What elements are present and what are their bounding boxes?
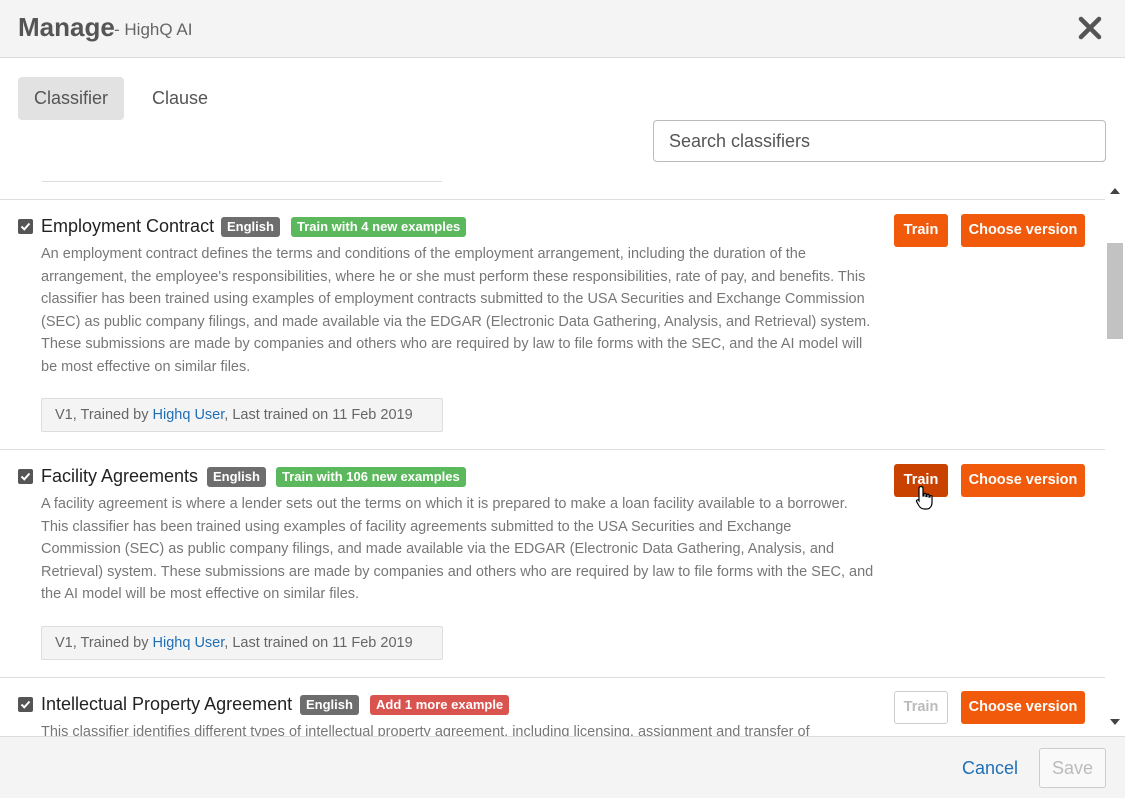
classifier-row-facility-agreements: Facility Agreements English Train with 1… [0, 449, 1105, 677]
classifier-list[interactable]: Employment Contract English Train with 4… [0, 183, 1105, 736]
divider [42, 181, 442, 182]
scroll-up-icon[interactable] [1110, 188, 1120, 195]
cancel-button[interactable]: Cancel [962, 758, 1018, 779]
classifier-description: This classifier identifies different typ… [41, 724, 810, 736]
classifier-name: Intellectual Property Agreement [41, 694, 293, 714]
classifier-row-intellectual-property-agreement: Intellectual Property Agreement English … [0, 677, 1105, 736]
classifier-description: A facility agreement is where a lender s… [41, 496, 874, 602]
status-badge: Train with 4 new examples [291, 217, 467, 237]
checkbox-employment-contract[interactable] [18, 219, 33, 234]
dialog-header: Manage - HighQ AI [0, 0, 1125, 58]
choose-version-button[interactable]: Choose version [961, 214, 1085, 247]
tab-classifier[interactable]: Classifier [18, 77, 125, 120]
training-info: V1, Trained by Highq User, Last trained … [41, 626, 443, 660]
scroll-down-icon[interactable] [1110, 719, 1120, 726]
train-button: Train [894, 691, 948, 724]
choose-version-button[interactable]: Choose version [961, 691, 1085, 724]
classifier-name: Employment Contract [41, 216, 215, 236]
tab-clause[interactable]: Clause [136, 77, 224, 120]
language-badge: English [221, 217, 280, 237]
trainer-user-link[interactable]: Highq User [153, 635, 225, 651]
choose-version-button[interactable]: Choose version [961, 464, 1085, 497]
trainer-user-link[interactable]: Highq User [153, 407, 225, 423]
close-icon[interactable] [1077, 15, 1103, 41]
classifier-description: An employment contract defines the terms… [41, 246, 871, 375]
dialog-footer: Cancel Save [0, 736, 1125, 798]
dialog-subtitle: - HighQ AI [114, 20, 193, 39]
language-badge: English [207, 467, 266, 487]
training-info: V1, Trained by Highq User, Last trained … [41, 398, 443, 432]
classifier-name: Facility Agreements [41, 466, 199, 486]
status-badge: Add 1 more example [370, 695, 510, 715]
language-badge: English [300, 695, 359, 715]
train-button[interactable]: Train [894, 214, 948, 247]
dialog-title: Manage [18, 12, 115, 42]
checkbox-intellectual-property-agreement[interactable] [18, 697, 33, 712]
search-input[interactable] [653, 120, 1106, 162]
status-badge: Train with 106 new examples [276, 467, 466, 487]
hand-cursor-icon [915, 485, 935, 516]
save-button[interactable]: Save [1039, 748, 1106, 788]
list-scrollbar[interactable] [1105, 183, 1125, 736]
checkbox-facility-agreements[interactable] [18, 469, 33, 484]
classifier-row-employment-contract: Employment Contract English Train with 4… [0, 199, 1105, 449]
scrollbar-thumb[interactable] [1107, 243, 1123, 339]
